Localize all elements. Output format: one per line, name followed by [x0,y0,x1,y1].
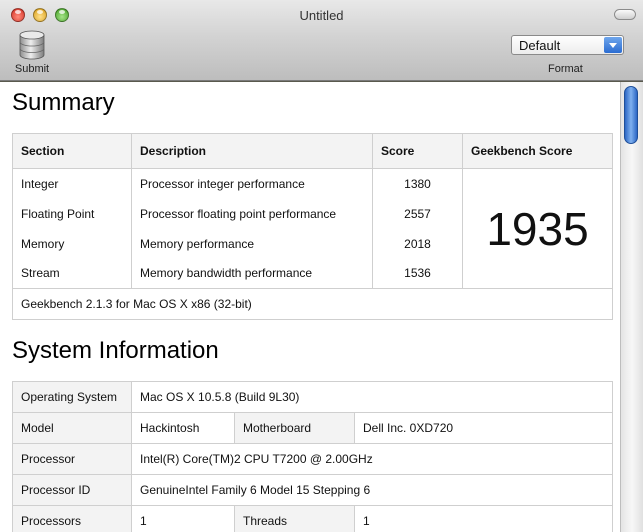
motherboard-label: Motherboard [234,412,355,444]
summary-footer-row: Geekbench 2.1.3 for Mac OS X x86 (32-bit… [12,288,613,320]
processors-value: 1 [131,505,235,532]
processor-id-value: GenuineIntel Family 6 Model 15 Stepping … [131,474,613,506]
processor-value: Intel(R) Core(TM)2 CPU T7200 @ 2.00GHz [131,443,613,475]
table-row: Model Hackintosh Motherboard Dell Inc. 0… [12,412,613,444]
row-score: 2018 [372,228,463,259]
system-info-table: Operating System Mac OS X 10.5.8 (Build … [12,381,613,532]
table-row: Integer Processor integer performance 13… [12,168,613,289]
vertical-scrollbar[interactable] [620,82,643,532]
row-section: Integer [12,168,132,199]
window-title: Untitled [299,8,344,23]
threads-label: Threads [234,505,355,532]
table-row: Operating System Mac OS X 10.5.8 (Build … [12,381,613,413]
table-row: Processor ID GenuineIntel Family 6 Model… [12,474,613,506]
processor-label: Processor [12,443,132,475]
row-section: Floating Point [12,198,132,229]
processors-label: Processors [12,505,132,532]
version-note: Geekbench 2.1.3 for Mac OS X x86 (32-bit… [12,288,613,320]
summary-header-row: Section Description Score Geekbench Scor… [12,133,613,169]
row-description: Memory performance [131,228,373,259]
motherboard-value: Dell Inc. 0XD720 [354,412,613,444]
header-description: Description [131,133,373,169]
header-score: Score [372,133,463,169]
row-description: Memory bandwidth performance [131,258,373,289]
title-toolbar: Untitled Submit Default Format [0,0,643,81]
format-label: Format [548,63,583,75]
report-content: Summary Section Description Score Geekbe… [0,82,643,532]
model-label: Model [12,412,132,444]
summary-table: Section Description Score Geekbench Scor… [12,133,613,320]
table-row: Processor Intel(R) Core(TM)2 CPU T7200 @… [12,443,613,475]
row-score: 2557 [372,198,463,229]
os-label: Operating System [12,381,132,413]
row-description: Processor floating point performance [131,198,373,229]
system-info-heading: System Information [12,337,219,364]
summary-heading: Summary [12,89,115,116]
submit-button[interactable]: Submit [12,30,52,75]
row-score: 1380 [372,168,463,199]
format-select[interactable]: Default [511,35,624,55]
header-geekbench-score: Geekbench Score [462,133,613,169]
threads-value: 1 [354,505,613,532]
header-section: Section [12,133,132,169]
table-row: Processors 1 Threads 1 [12,505,613,532]
row-description: Processor integer performance [131,168,373,199]
format-select-value: Default [519,38,561,53]
report-scroll-area[interactable]: Summary Section Description Score Geekbe… [0,82,620,532]
submit-label: Submit [14,63,50,75]
model-value: Hackintosh [131,412,235,444]
os-value: Mac OS X 10.5.8 (Build 9L30) [131,381,613,413]
processor-id-label: Processor ID [12,474,132,506]
scrollbar-thumb[interactable] [624,86,638,144]
row-section: Memory [12,228,132,259]
app-window: Untitled Submit Default Format Summary S… [0,0,643,532]
row-score: 1536 [372,258,463,289]
database-icon [19,30,45,60]
toolbar-toggle-button[interactable] [614,9,636,20]
chevron-down-icon [604,37,622,53]
row-section: Stream [12,258,132,289]
geekbench-score-value: 1935 [462,168,613,289]
